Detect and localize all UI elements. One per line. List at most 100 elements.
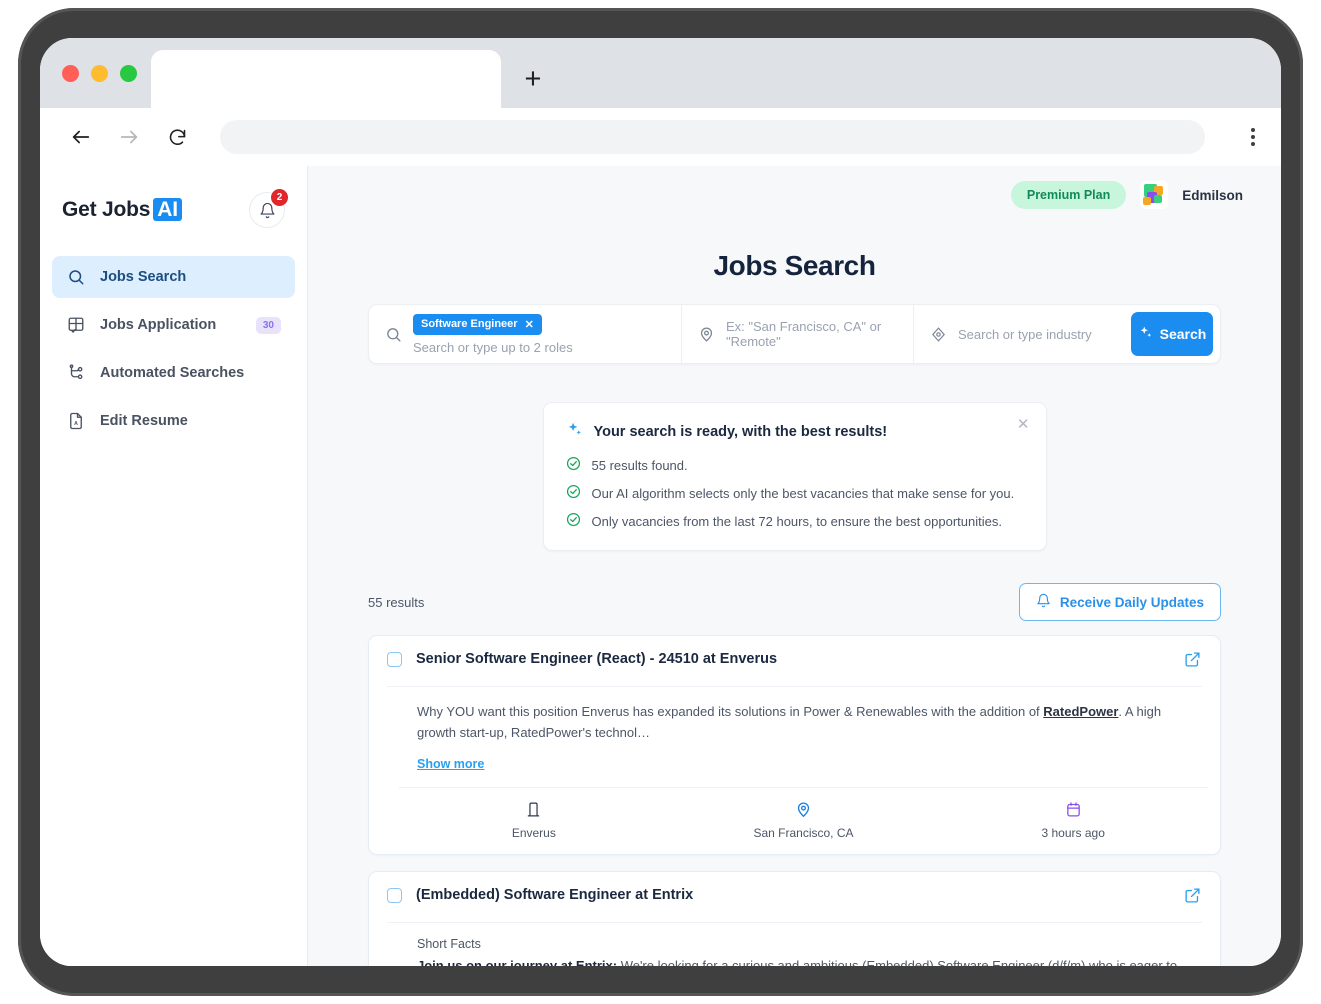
avatar[interactable] xyxy=(1140,181,1169,209)
job-results-list: Senior Software Engineer (React) - 24510… xyxy=(368,635,1221,966)
receive-daily-updates-label: Receive Daily Updates xyxy=(1059,594,1204,610)
job-title: Senior Software Engineer (React) - 24510… xyxy=(416,651,778,667)
bell-icon xyxy=(1036,593,1051,611)
job-description-lead: Why YOU want this position xyxy=(417,704,578,719)
document-a-icon: A xyxy=(66,411,86,431)
job-description: Join us on our journey at Entrix: We're … xyxy=(417,955,1190,966)
browser-nav-bar xyxy=(40,108,1281,166)
job-meta-label: San Francisco, CA xyxy=(753,826,854,841)
search-button-label: Search xyxy=(1159,326,1207,342)
job-card-body: Short Facts Join us on our journey at En… xyxy=(387,922,1202,966)
sidebar-item-label: Automated Searches xyxy=(100,365,245,381)
job-description: Why YOU want this position Enverus has e… xyxy=(417,701,1190,743)
sidebar: Get Jobs AI 2 Jobs Search Jobs Applicati… xyxy=(40,166,308,966)
job-card-body: Why YOU want this position Enverus has e… xyxy=(387,686,1208,854)
close-window-button[interactable] xyxy=(62,65,79,82)
minimize-window-button[interactable] xyxy=(91,65,108,82)
job-description-link[interactable]: RatedPower xyxy=(1043,704,1118,719)
job-description-lead: Join us on our journey at Entrix: xyxy=(417,958,618,966)
external-link-icon[interactable] xyxy=(1184,887,1202,909)
job-meta-posted: 3 hours ago xyxy=(938,800,1208,840)
job-meta-row: Enverus San Francisco, CA 3 hours ago xyxy=(399,787,1208,854)
forward-arrow-icon[interactable] xyxy=(116,124,142,150)
role-chip[interactable]: Software Engineer ✕ xyxy=(413,313,542,335)
job-meta-company: Enverus xyxy=(399,800,669,840)
device-frame: + Get Jobs AI 2 Jobs Search Jobs Applica… xyxy=(18,8,1303,996)
job-meta-label: Enverus xyxy=(511,826,556,841)
close-icon[interactable]: ✕ xyxy=(525,318,534,331)
main-content: Premium Plan Edmilson Jobs Search Softwa… xyxy=(308,166,1281,966)
industry-icon xyxy=(930,326,948,343)
sidebar-item-label: Jobs Application xyxy=(100,317,217,333)
alert-title: Your search is ready, with the best resu… xyxy=(593,423,888,440)
app-logo: Get Jobs AI xyxy=(62,198,182,222)
reload-icon[interactable] xyxy=(164,124,190,150)
job-description-part1: Enverus has expanded its solutions in Po… xyxy=(577,704,1044,719)
svg-text:A: A xyxy=(74,421,78,427)
job-card-header: Senior Software Engineer (React) - 24510… xyxy=(387,650,1202,686)
job-card[interactable]: (Embedded) Software Engineer at Entrix S… xyxy=(368,871,1221,966)
job-meta-location: San Francisco, CA xyxy=(669,800,939,840)
job-select-checkbox[interactable] xyxy=(387,888,402,904)
automation-flow-icon xyxy=(66,363,86,383)
job-title: (Embedded) Software Engineer at Entrix xyxy=(416,887,694,904)
new-tab-button[interactable]: + xyxy=(501,50,565,108)
close-icon[interactable]: ✕ xyxy=(1017,417,1030,432)
top-bar: Premium Plan Edmilson xyxy=(308,166,1281,224)
app-logo-text: Get Jobs xyxy=(62,198,151,221)
roles-search-field[interactable]: Software Engineer ✕ Search or type up to… xyxy=(369,305,681,363)
plan-badge[interactable]: Premium Plan xyxy=(1010,181,1127,209)
sidebar-item-jobs-application[interactable]: Jobs Application 30 xyxy=(52,304,295,346)
external-link-icon[interactable] xyxy=(1184,651,1202,673)
job-card[interactable]: Senior Software Engineer (React) - 24510… xyxy=(368,635,1221,856)
results-count: 55 results xyxy=(368,594,425,610)
job-meta-label: 3 hours ago xyxy=(1041,826,1105,841)
role-chip-label: Software Engineer xyxy=(421,318,518,330)
url-input[interactable] xyxy=(220,120,1205,154)
kebab-menu-icon[interactable] xyxy=(1243,128,1263,146)
notification-badge: 2 xyxy=(271,189,288,206)
sidebar-item-label: Edit Resume xyxy=(100,413,188,429)
building-icon xyxy=(525,800,542,819)
sidebar-item-edit-resume[interactable]: A Edit Resume xyxy=(52,400,295,442)
sidebar-nav: Jobs Search Jobs Application 30 Automate… xyxy=(40,256,307,442)
sparkle-icon xyxy=(566,421,583,442)
back-arrow-icon[interactable] xyxy=(68,124,94,150)
browser-tab-bar: + xyxy=(40,38,1281,108)
username-label: Edmilson xyxy=(1182,187,1243,203)
app-logo-accent: AI xyxy=(153,198,182,221)
search-ready-alert: ✕ Your search is ready, with the best re… xyxy=(542,402,1047,551)
search-icon xyxy=(66,267,86,287)
notifications-button[interactable]: 2 xyxy=(249,189,288,228)
page-title: Jobs Search xyxy=(713,250,876,281)
industry-search-field[interactable]: Search or type industry xyxy=(913,305,1131,363)
job-select-checkbox[interactable] xyxy=(387,652,402,667)
location-input-placeholder: Ex: "San Francisco, CA" or "Remote" xyxy=(726,319,882,349)
grid-check-icon xyxy=(66,315,86,335)
sidebar-item-automated-searches[interactable]: Automated Searches xyxy=(52,352,295,394)
search-bar: Software Engineer ✕ Search or type up to… xyxy=(368,304,1221,364)
show-more-link[interactable]: Show more xyxy=(417,757,484,771)
sidebar-header: Get Jobs AI 2 xyxy=(40,188,307,232)
alert-list-item: Our AI algorithm selects only the best v… xyxy=(566,484,1024,502)
receive-daily-updates-button[interactable]: Receive Daily Updates xyxy=(1018,583,1221,621)
maximize-window-button[interactable] xyxy=(120,65,137,82)
location-pin-icon xyxy=(795,800,812,819)
location-pin-icon xyxy=(698,326,716,343)
alert-header: Your search is ready, with the best resu… xyxy=(566,421,1024,442)
job-section-label: Short Facts xyxy=(417,937,481,952)
check-circle-icon xyxy=(566,456,581,474)
browser-tab[interactable] xyxy=(151,50,501,108)
check-circle-icon xyxy=(566,484,581,502)
sparkle-icon xyxy=(1138,325,1153,343)
roles-input-placeholder: Search or type up to 2 roles xyxy=(413,339,573,355)
job-card-header: (Embedded) Software Engineer at Entrix xyxy=(387,886,1202,922)
browser-window: + Get Jobs AI 2 Jobs Search Jobs Applica… xyxy=(40,38,1281,966)
search-icon xyxy=(385,326,403,343)
sidebar-item-jobs-search[interactable]: Jobs Search xyxy=(52,256,295,298)
sidebar-item-label: Jobs Search xyxy=(100,269,187,285)
industry-input-placeholder: Search or type industry xyxy=(958,326,1092,342)
location-search-field[interactable]: Ex: "San Francisco, CA" or "Remote" xyxy=(681,305,913,363)
alert-item-text: Our AI algorithm selects only the best v… xyxy=(591,485,1015,501)
search-button[interactable]: Search xyxy=(1131,312,1213,356)
